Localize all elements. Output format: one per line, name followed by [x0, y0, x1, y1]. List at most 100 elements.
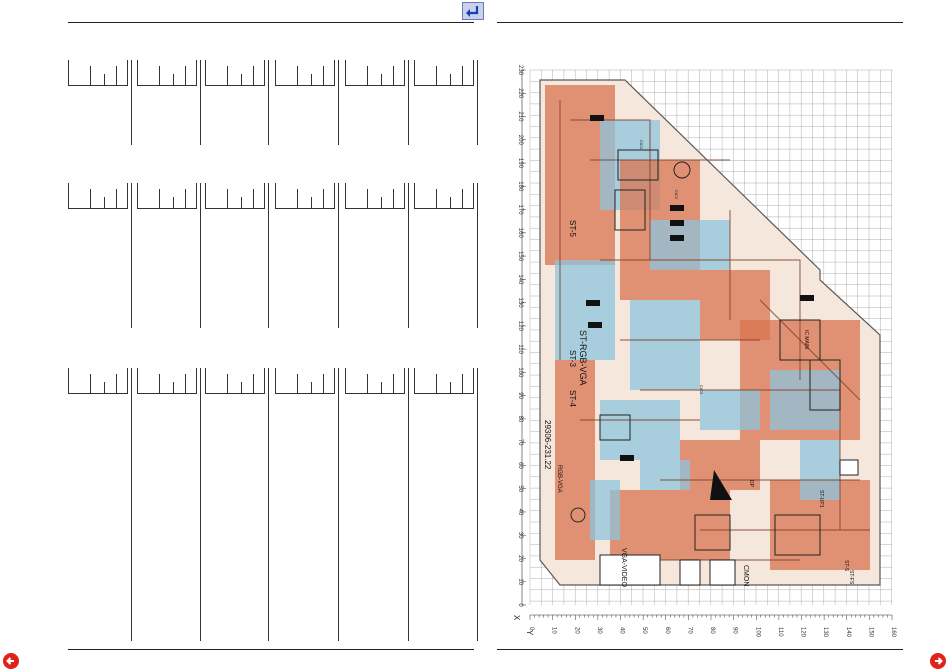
frame-header — [275, 183, 335, 209]
frame-divider — [436, 189, 437, 209]
frame-divider — [436, 374, 437, 394]
silkscreen-label: CIC2 — [674, 190, 679, 200]
frame-divider — [393, 66, 394, 86]
frame-header — [345, 183, 405, 209]
frame-rail — [408, 60, 409, 145]
frame-header — [68, 183, 128, 209]
ruler-label: 30 — [517, 532, 523, 539]
frame-divider — [381, 197, 382, 209]
frame-divider — [297, 374, 298, 394]
frame-divider — [253, 374, 254, 394]
ruler-label: 10 — [517, 578, 523, 585]
connector — [709, 559, 736, 586]
frame-divider — [253, 189, 254, 209]
frame-divider — [297, 189, 298, 209]
component — [670, 220, 684, 226]
frame-divider — [323, 374, 324, 394]
ruler-label: 140 — [517, 274, 523, 285]
frame-rail — [338, 368, 339, 641]
frame-divider — [173, 382, 174, 394]
frame-rail — [268, 183, 269, 328]
frame-header — [137, 183, 197, 209]
frame-divider — [159, 374, 160, 394]
ruler-label: 220 — [517, 88, 523, 99]
frame-divider — [227, 66, 228, 86]
frame-divider — [450, 74, 451, 86]
frame-rail — [408, 368, 409, 641]
frame-divider — [241, 74, 242, 86]
silkscreen-label: ST-S — [843, 560, 849, 572]
frame-divider — [185, 374, 186, 394]
frame-rail — [268, 368, 269, 641]
frame-divider — [323, 189, 324, 209]
ruler-label: 0 — [517, 603, 523, 607]
frame-rail — [268, 60, 269, 145]
frame-divider — [116, 189, 117, 209]
frame-header — [414, 368, 474, 394]
ruler-label: 200 — [517, 135, 523, 146]
silkscreen-label: RGB-VGA — [556, 465, 562, 493]
header-rule-left — [68, 22, 474, 23]
x-axis-label: X — [512, 615, 521, 621]
frame-rail — [200, 60, 201, 145]
ruler-label: 100 — [754, 627, 760, 638]
frame-header — [137, 60, 197, 86]
component — [590, 115, 604, 121]
prev-page-icon[interactable] — [2, 652, 20, 670]
frame-rail — [477, 60, 478, 145]
copper-area — [630, 300, 700, 390]
header-rule-right — [497, 22, 903, 23]
frame-divider — [116, 374, 117, 394]
ruler-label: 180 — [517, 181, 523, 192]
y-axis-label: Y — [525, 630, 534, 636]
frame-divider — [104, 74, 105, 86]
frame-divider — [393, 189, 394, 209]
next-page-icon[interactable] — [929, 652, 947, 670]
frame-header — [345, 60, 405, 86]
frame-divider — [311, 74, 312, 86]
frame-divider — [185, 66, 186, 86]
ruler-label: 40 — [619, 627, 625, 634]
ruler-label: 130 — [517, 298, 523, 309]
frame-divider — [227, 189, 228, 209]
connector — [679, 559, 701, 586]
silkscreen-label: CIC3 — [699, 385, 704, 395]
frame-header — [205, 183, 265, 209]
silkscreen-label: ST-RGB-VGA — [578, 330, 588, 386]
copper-area — [770, 370, 840, 430]
frame-divider — [90, 374, 91, 394]
frame-divider — [253, 66, 254, 86]
frame-rail — [131, 368, 132, 641]
ruler-label: 50 — [641, 627, 647, 634]
frame-divider — [159, 66, 160, 86]
frame-divider — [90, 189, 91, 209]
frame-divider — [297, 66, 298, 86]
ruler-label: 150 — [867, 627, 873, 638]
connector — [839, 459, 859, 476]
frame-divider — [450, 382, 451, 394]
frame-header — [414, 183, 474, 209]
frame-header — [275, 368, 335, 394]
copper-area — [590, 480, 620, 540]
ruler-label: 60 — [664, 627, 670, 634]
ruler-label: 80 — [517, 416, 523, 423]
frame-rail — [408, 183, 409, 328]
frame-divider — [173, 197, 174, 209]
frame-divider — [462, 189, 463, 209]
back-button[interactable] — [462, 2, 484, 20]
frame-header — [68, 60, 128, 86]
silkscreen-label: ST-FS — [848, 570, 854, 585]
ruler-label: 170 — [517, 205, 523, 216]
silkscreen-label: ST-UP1 — [818, 490, 824, 508]
ruler-label: 40 — [517, 509, 523, 516]
component — [670, 205, 684, 211]
frame-header — [205, 368, 265, 394]
silkscreen-label: ST-4 — [568, 390, 577, 407]
ruler-label: 20 — [573, 627, 579, 634]
frame-rail — [200, 368, 201, 641]
frame-header — [275, 60, 335, 86]
frame-header — [414, 60, 474, 86]
return-arrow-icon — [466, 6, 479, 17]
frame-divider — [104, 197, 105, 209]
copper-area — [600, 400, 680, 460]
